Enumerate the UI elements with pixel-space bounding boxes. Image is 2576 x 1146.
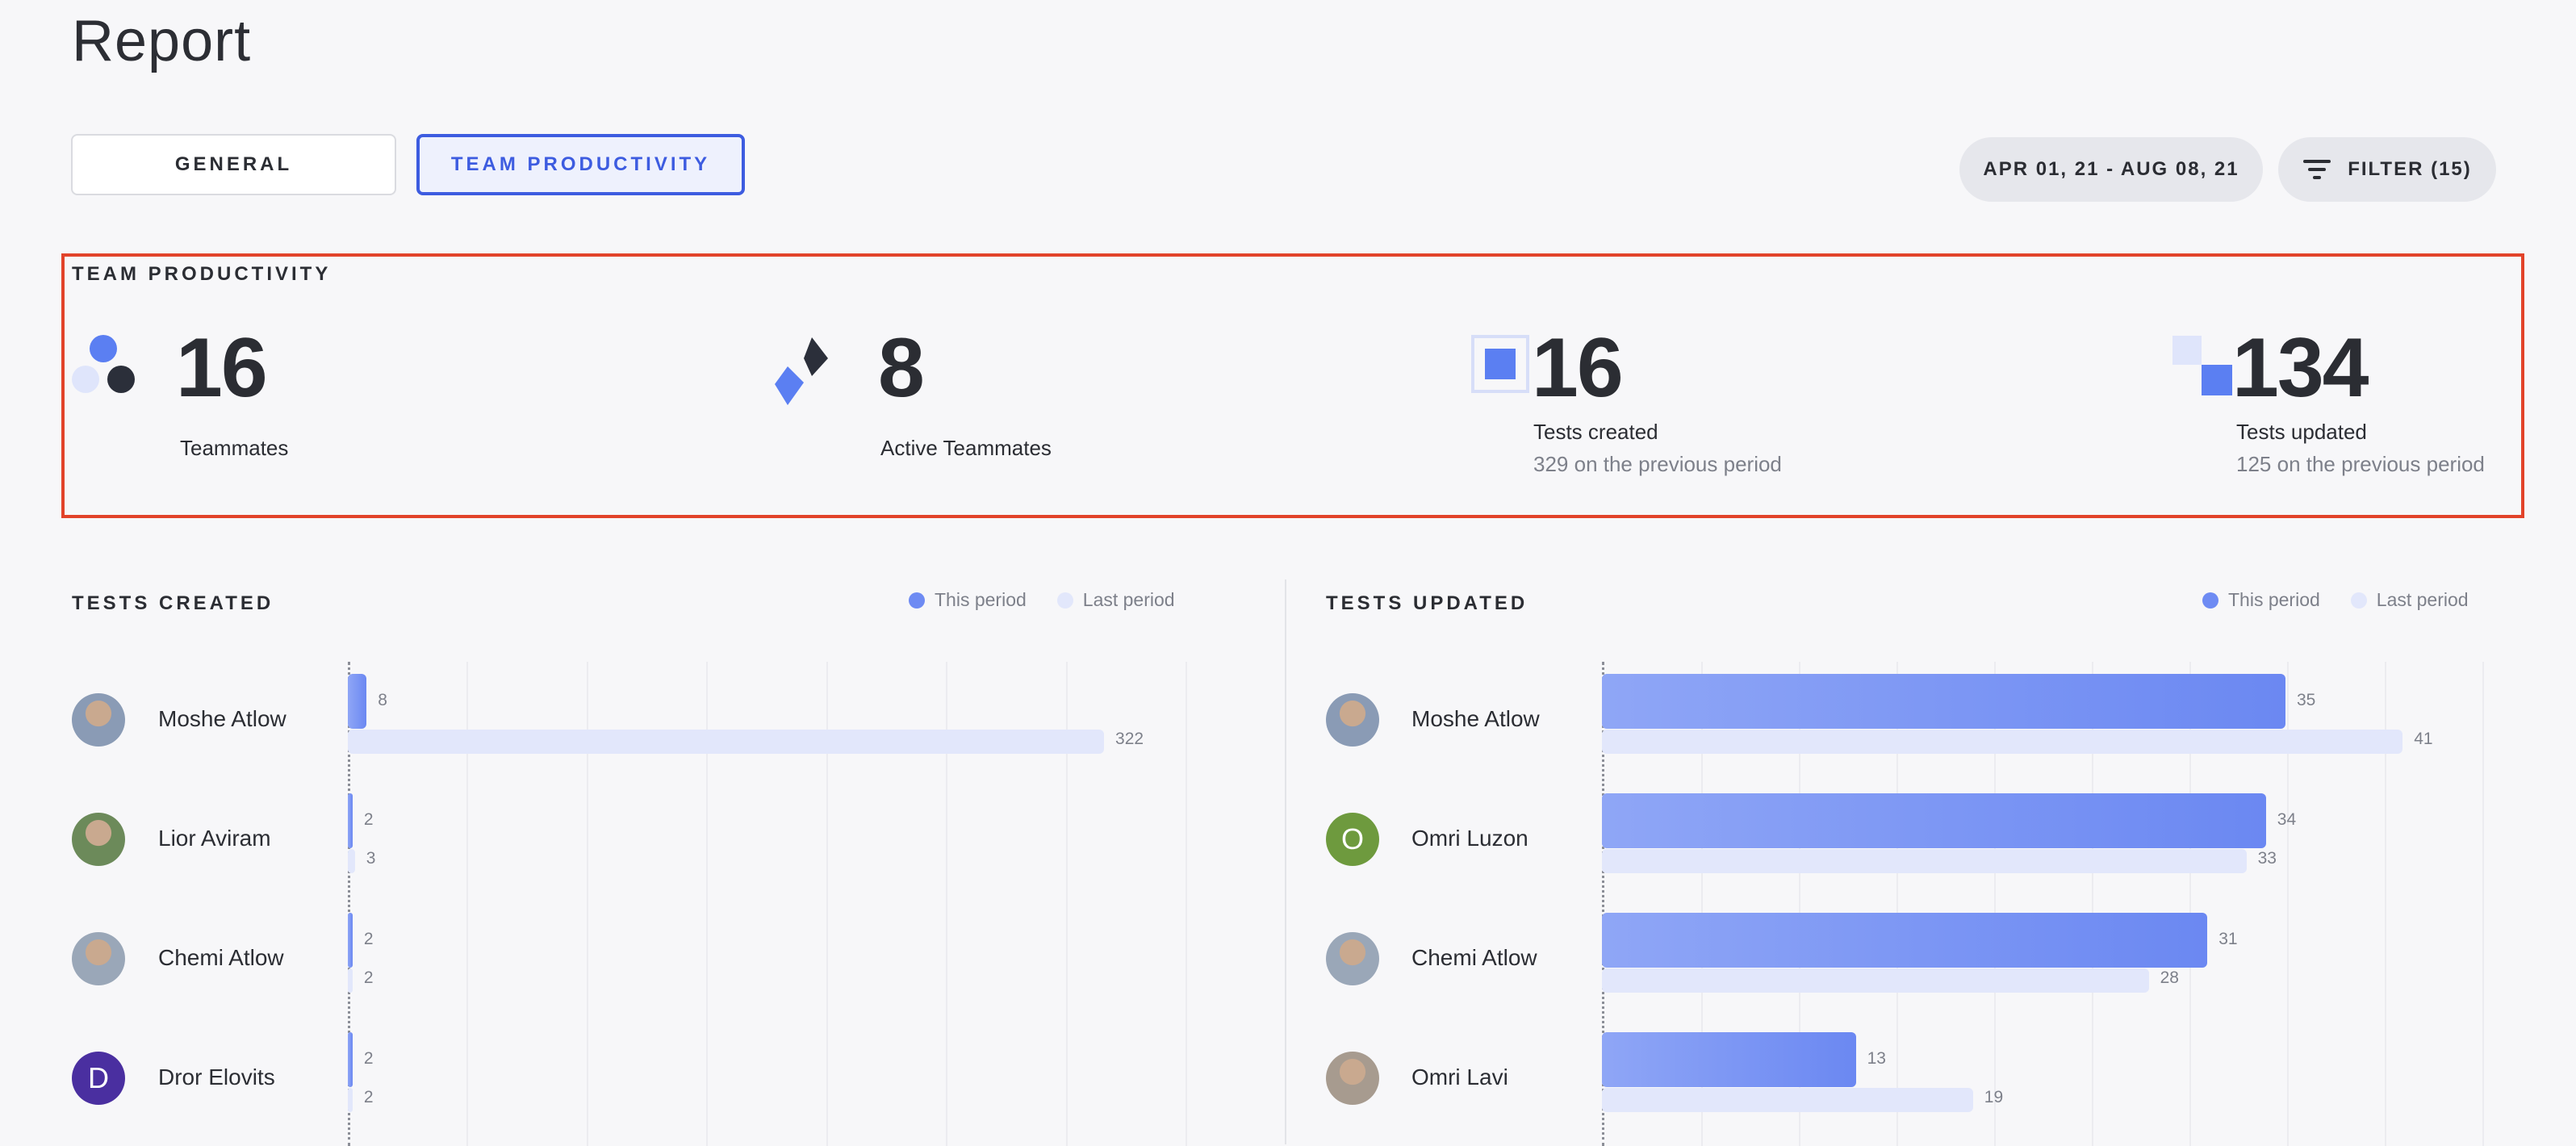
avatar — [1326, 693, 1379, 747]
charts-divider — [1285, 579, 1286, 1144]
page-title: Report — [72, 9, 252, 73]
value-this-period: 31 — [2218, 930, 2238, 948]
grid-line — [2482, 662, 2484, 1146]
bar-last-period[interactable] — [1602, 730, 2403, 754]
bar-this-period[interactable] — [1602, 913, 2208, 968]
teammates-count: 16 — [176, 321, 268, 415]
team-productivity-summary — [61, 253, 2524, 518]
value-this-period: 8 — [378, 691, 387, 709]
teammates-label: Teammates — [180, 436, 289, 460]
avatar-initial: D — [88, 1061, 109, 1094]
bar-this-period[interactable] — [1602, 793, 2266, 848]
avatar — [72, 693, 125, 747]
legend-last-period: Last period — [2376, 589, 2469, 610]
row-name[interactable]: Omri Lavi — [1411, 1064, 1508, 1090]
tests-updated-chart-title: TESTS UPDATED — [1326, 592, 1528, 614]
this-period-swatch — [2202, 592, 2218, 609]
row-name[interactable]: Moshe Atlow — [158, 706, 286, 732]
tab-general[interactable]: GENERAL — [71, 134, 396, 195]
tests-updated-previous: 125 on the previous period — [2236, 452, 2485, 476]
avatar — [72, 932, 125, 985]
tests-created-previous: 329 on the previous period — [1533, 452, 1782, 476]
row-name[interactable]: Chemi Atlow — [1411, 945, 1537, 971]
bar-last-period[interactable] — [1602, 849, 2247, 873]
summary-heading: TEAM PRODUCTIVITY — [72, 263, 332, 285]
value-last-period: 2 — [363, 968, 374, 987]
tests-updated-label: Tests updated — [2236, 420, 2367, 444]
value-last-period: 322 — [1115, 730, 1144, 748]
legend-this-period: This period — [935, 589, 1027, 610]
bar-last-period[interactable] — [348, 849, 355, 873]
value-last-period: 33 — [2257, 849, 2277, 868]
value-last-period: 28 — [2160, 968, 2179, 987]
avatar-initial: O — [1340, 822, 1364, 855]
this-period-swatch — [909, 592, 925, 609]
tab-team-productivity[interactable]: TEAM PRODUCTIVITY — [416, 134, 745, 195]
tests-updated-icon — [2172, 336, 2232, 395]
bar-this-period[interactable] — [348, 793, 353, 848]
grid-line — [1186, 662, 1187, 1146]
bar-this-period[interactable] — [348, 674, 367, 729]
legend-this-period: This period — [2228, 589, 2320, 610]
value-last-period: 2 — [363, 1088, 374, 1106]
value-this-period: 2 — [363, 810, 374, 829]
active-teammates-icon — [775, 337, 828, 405]
tests-created-icon — [1471, 335, 1529, 393]
bar-last-period[interactable] — [1602, 1088, 1973, 1112]
active-teammates-count: 8 — [878, 321, 925, 415]
row-name[interactable]: Omri Luzon — [1411, 826, 1528, 851]
tests-created-label: Tests created — [1533, 420, 1658, 444]
tests-updated-count: 134 — [2232, 321, 2369, 415]
legend-last-period: Last period — [1082, 589, 1175, 610]
bar-this-period[interactable] — [348, 913, 353, 968]
row-name[interactable]: Chemi Atlow — [158, 945, 284, 971]
avatar — [72, 813, 125, 866]
value-this-period: 34 — [2277, 810, 2297, 829]
bar-this-period[interactable] — [1602, 1032, 1856, 1087]
avatar — [1326, 1052, 1379, 1105]
teammates-icon — [72, 335, 135, 393]
value-last-period: 41 — [2414, 730, 2433, 748]
bar-last-period[interactable] — [348, 1088, 353, 1112]
filter-icon — [2302, 159, 2331, 180]
tests-created-legend: This period Last period — [909, 589, 1175, 611]
bar-this-period[interactable] — [348, 1032, 353, 1087]
row-name[interactable]: Lior Aviram — [158, 826, 271, 851]
tests-updated-legend: This period Last period — [2202, 589, 2469, 611]
last-period-swatch — [1056, 592, 1073, 609]
row-name[interactable]: Moshe Atlow — [1411, 706, 1540, 732]
tests-created-chart-title: TESTS CREATED — [72, 592, 274, 614]
bar-last-period[interactable] — [348, 730, 1105, 754]
last-period-swatch — [2350, 592, 2367, 609]
avatar: D — [72, 1052, 125, 1105]
tests-created-count: 16 — [1532, 321, 1624, 415]
bar-last-period[interactable] — [348, 968, 353, 993]
date-range-button[interactable]: APR 01, 21 - AUG 08, 21 — [1959, 137, 2263, 202]
bar-last-period[interactable] — [1602, 968, 2149, 993]
bar-this-period[interactable] — [1602, 674, 2285, 729]
value-this-period: 13 — [1867, 1049, 1886, 1068]
value-this-period: 2 — [363, 930, 374, 948]
value-this-period: 2 — [363, 1049, 374, 1068]
filter-label: FILTER (15) — [2348, 158, 2472, 180]
avatar: O — [1326, 813, 1379, 866]
filter-button[interactable]: FILTER (15) — [2278, 137, 2496, 202]
active-teammates-label: Active Teammates — [880, 436, 1052, 460]
row-name[interactable]: Dror Elovits — [158, 1064, 275, 1090]
avatar — [1326, 932, 1379, 985]
value-last-period: 3 — [366, 849, 376, 868]
value-last-period: 19 — [1984, 1088, 2004, 1106]
date-range-label: APR 01, 21 - AUG 08, 21 — [1983, 158, 2239, 180]
value-this-period: 35 — [2297, 691, 2316, 709]
